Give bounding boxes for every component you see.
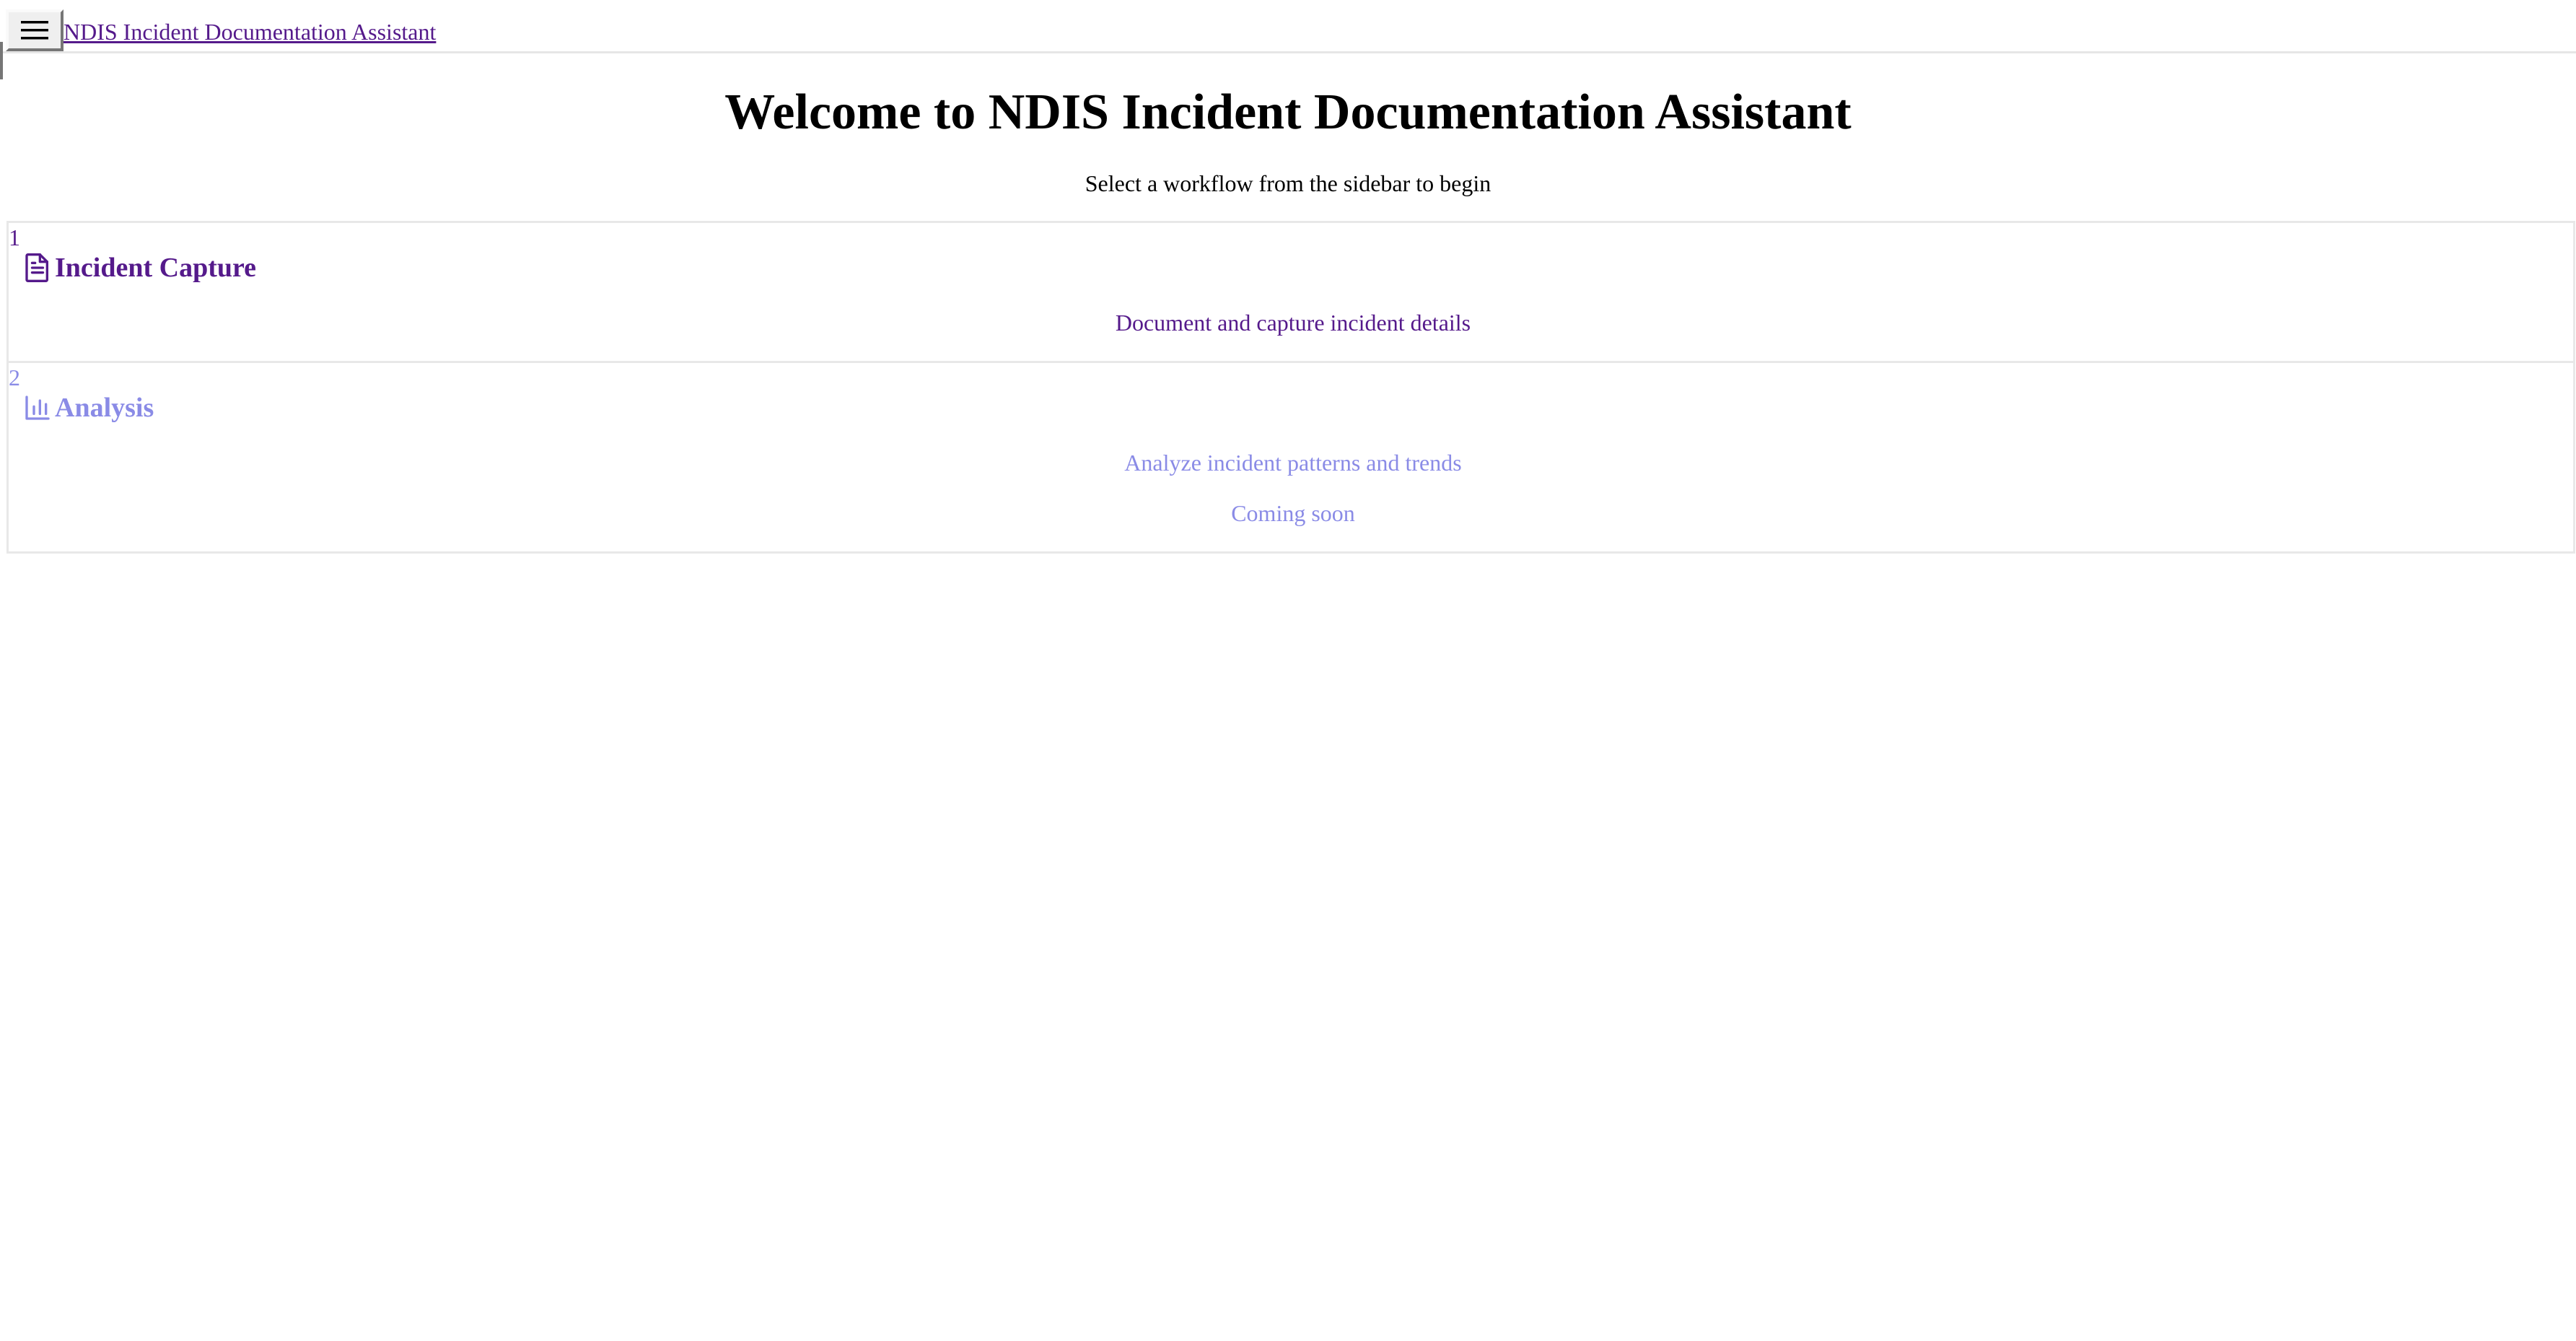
workflow-header: Analysis: [23, 389, 154, 427]
workflow-number: 1: [9, 224, 20, 250]
workflow-title: Incident Capture: [55, 253, 257, 283]
workflow-number: 2: [9, 364, 20, 390]
top-bar: NDIS Incident Documentation Assistant: [0, 0, 2576, 53]
sidebar-toggle-button[interactable]: [6, 9, 63, 51]
sidebar-edge: [0, 42, 3, 79]
workflow-description: Document and capture incident details: [1115, 310, 1471, 336]
hamburger-menu-icon: [21, 21, 48, 40]
bar-chart-icon: [25, 396, 50, 420]
workflow-card-analysis[interactable]: 2 Analysis Analyze incident patterns and…: [6, 361, 2575, 554]
workflow-description: Analyze incident patterns and trends: [1124, 450, 1462, 476]
page-title: Welcome to NDIS Incident Documentation A…: [724, 84, 1852, 140]
page-subtitle: Select a workflow from the sidebar to be…: [1085, 170, 1491, 196]
workflow-card-incident-capture[interactable]: 1 Incident Capture Document and capture …: [6, 221, 2575, 363]
app-title-link[interactable]: NDIS Incident Documentation Assistant: [63, 17, 436, 46]
document-icon: [25, 253, 49, 282]
workflow-header: Incident Capture: [23, 249, 256, 287]
workflow-status: Coming soon: [1231, 500, 1355, 526]
workflow-title: Analysis: [55, 393, 154, 423]
